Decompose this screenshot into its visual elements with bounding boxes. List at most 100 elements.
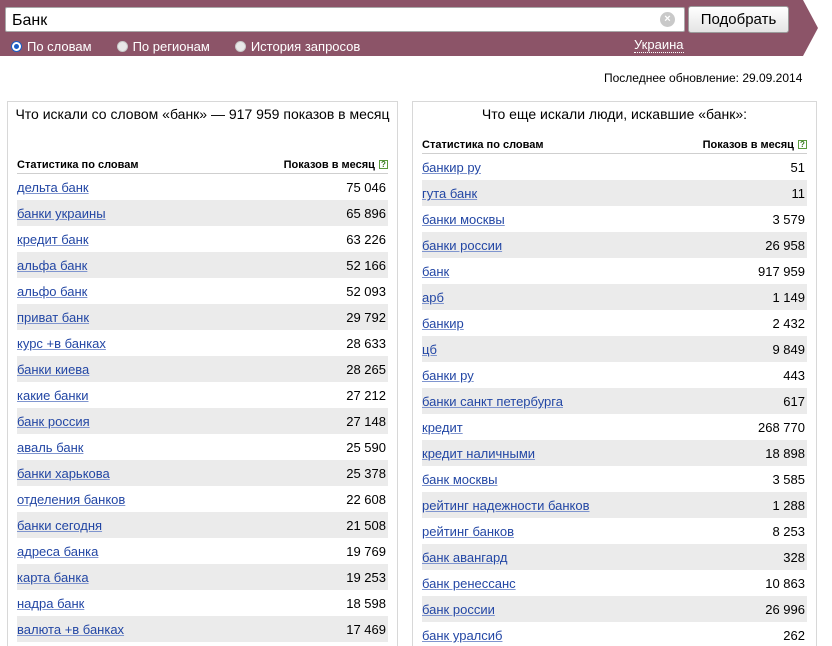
table-row: банк уралсиб 262 <box>422 622 807 646</box>
panel-title: Что искали со словом «банк» — 917 959 по… <box>15 106 390 122</box>
impressions-count: 25 590 <box>346 440 386 455</box>
help-icon[interactable]: ? <box>798 140 807 149</box>
table-row: отделения банков 22 608 <box>17 486 388 512</box>
table-row: аваль банк 25 590 <box>17 434 388 460</box>
keyword-link[interactable]: банки санкт петербурга <box>422 394 563 409</box>
keyword-link[interactable]: курс +в банках <box>17 336 106 351</box>
table-row: кредит наличными 18 898 <box>422 440 807 466</box>
impressions-count: 26 996 <box>765 602 805 617</box>
impressions-count: 26 958 <box>765 238 805 253</box>
table-row: карта банка 19 253 <box>17 564 388 590</box>
search-bar: × Подобрать По словам По регионам Истори… <box>0 0 832 58</box>
impressions-count: 21 508 <box>346 518 386 533</box>
radio-checked-icon[interactable] <box>11 40 22 52</box>
keyword-link[interactable]: цб <box>422 342 437 357</box>
keyword-link[interactable]: карта банка <box>17 570 89 585</box>
keyword-link[interactable]: банки украины <box>17 206 106 221</box>
keyword-link[interactable]: кредит банк <box>17 232 89 247</box>
table-row: приват банк 29 792 <box>17 304 388 330</box>
mode-by-regions[interactable]: По регионам <box>116 39 210 54</box>
keyword-link[interactable]: аваль банк <box>17 440 83 455</box>
keyword-link[interactable]: банк россия <box>17 414 90 429</box>
table-row: надра банк 18 598 <box>17 590 388 616</box>
table-row: арб 1 149 <box>422 284 807 310</box>
keyword-link[interactable]: альфо банк <box>17 284 87 299</box>
table-row: рейтинг надежности банков 1 288 <box>422 492 807 518</box>
column-header-count-label: Показов в месяц <box>702 139 794 151</box>
keyword-link[interactable]: рейтинг надежности банков <box>422 498 590 513</box>
table-row: банки киева 28 265 <box>17 356 388 382</box>
table-body: банкир ру 51 гута банк 11 банки москвы 3 579 б… <box>422 154 807 646</box>
impressions-count: 262 <box>783 628 805 643</box>
keyword-link[interactable]: банк авангард <box>422 550 507 565</box>
panel-title: Что еще искали люди, искавшие «банк»: <box>481 106 748 122</box>
keyword-link[interactable]: банки харькова <box>17 466 110 481</box>
keyword-link[interactable]: банки россии <box>422 238 502 253</box>
radio-icon[interactable] <box>116 40 128 52</box>
table-row: банкир 2 432 <box>422 310 807 336</box>
submit-button[interactable]: Подобрать <box>688 6 789 33</box>
table-row: банк 917 959 <box>422 258 807 284</box>
column-header-phrase: Статистика по словам <box>17 159 139 171</box>
keyword-link[interactable]: приват банк <box>17 310 89 325</box>
keyword-link[interactable]: банк россии <box>422 602 495 617</box>
keyword-link[interactable]: рейтинг банков <box>422 524 514 539</box>
keyword-link[interactable]: банк ренессанс <box>422 576 516 591</box>
table-row: курс +в банках 28 633 <box>17 330 388 356</box>
impressions-count: 268 770 <box>758 420 805 435</box>
impressions-count: 1 288 <box>772 498 805 513</box>
keyword-link[interactable]: банк <box>422 264 449 279</box>
table-row: гута банк 11 <box>422 180 807 206</box>
keyword-link[interactable]: банки ру <box>422 368 474 383</box>
table-row: банкир ру 51 <box>422 154 807 180</box>
impressions-count: 25 378 <box>346 466 386 481</box>
keyword-link[interactable]: арб <box>422 290 444 305</box>
impressions-count: 3 579 <box>772 212 805 227</box>
impressions-count: 443 <box>783 368 805 383</box>
last-updated-text: Последнее обновление: 29.09.2014 <box>604 71 803 85</box>
keyword-link[interactable]: адреса банка <box>17 544 98 559</box>
keyword-link[interactable]: дельта банк <box>17 180 89 195</box>
impressions-count: 328 <box>783 550 805 565</box>
column-header-phrase: Статистика по словам <box>422 139 544 151</box>
table-row: банки украины 65 896 <box>17 200 388 226</box>
related-queries-panel: Что еще искали люди, искавшие «банк»: Ст… <box>412 101 817 646</box>
table-header: Статистика по словам Показов в месяц ? <box>17 157 388 174</box>
keyword-link[interactable]: надра банк <box>17 596 84 611</box>
keyword-link[interactable]: банк москвы <box>422 472 497 487</box>
table-header: Статистика по словам Показов в месяц ? <box>422 137 807 154</box>
table-row: кредит 268 770 <box>422 414 807 440</box>
table-row: банк россия 27 148 <box>17 408 388 434</box>
impressions-count: 63 226 <box>346 232 386 247</box>
keyword-link[interactable]: кредит <box>422 420 463 435</box>
impressions-count: 22 608 <box>346 492 386 507</box>
keyword-link[interactable]: альфа банк <box>17 258 87 273</box>
radio-icon[interactable] <box>234 40 246 52</box>
impressions-count: 617 <box>783 394 805 409</box>
keyword-link[interactable]: гута банк <box>422 186 477 201</box>
keyword-link[interactable]: банки сегодня <box>17 518 102 533</box>
keyword-link[interactable]: кредит наличными <box>422 446 535 461</box>
search-input[interactable] <box>5 7 685 32</box>
keyword-link[interactable]: банки москвы <box>422 212 505 227</box>
table-row: рейтинг банков 8 253 <box>422 518 807 544</box>
keyword-link[interactable]: банки киева <box>17 362 89 377</box>
clear-icon[interactable]: × <box>660 12 675 27</box>
keyword-link[interactable]: банкир <box>422 316 464 331</box>
impressions-count: 27 212 <box>346 388 386 403</box>
table-row: банк россии 26 996 <box>422 596 807 622</box>
keyword-link[interactable]: какие банки <box>17 388 89 403</box>
impressions-count: 19 253 <box>346 570 386 585</box>
mode-by-words[interactable]: По словам <box>11 39 92 54</box>
table-row: валюта +в банках 17 469 <box>17 616 388 642</box>
impressions-count: 52 166 <box>346 258 386 273</box>
help-icon[interactable]: ? <box>379 160 388 169</box>
keyword-link[interactable]: отделения банков <box>17 492 125 507</box>
keyword-link[interactable]: валюта +в банках <box>17 622 124 637</box>
table-row: банки ру 443 <box>422 362 807 388</box>
keyword-link[interactable]: банк уралсиб <box>422 628 502 643</box>
impressions-count: 9 849 <box>772 342 805 357</box>
mode-history[interactable]: История запросов <box>234 39 360 54</box>
region-selector-link[interactable]: Украина <box>634 38 684 53</box>
keyword-link[interactable]: банкир ру <box>422 160 481 175</box>
